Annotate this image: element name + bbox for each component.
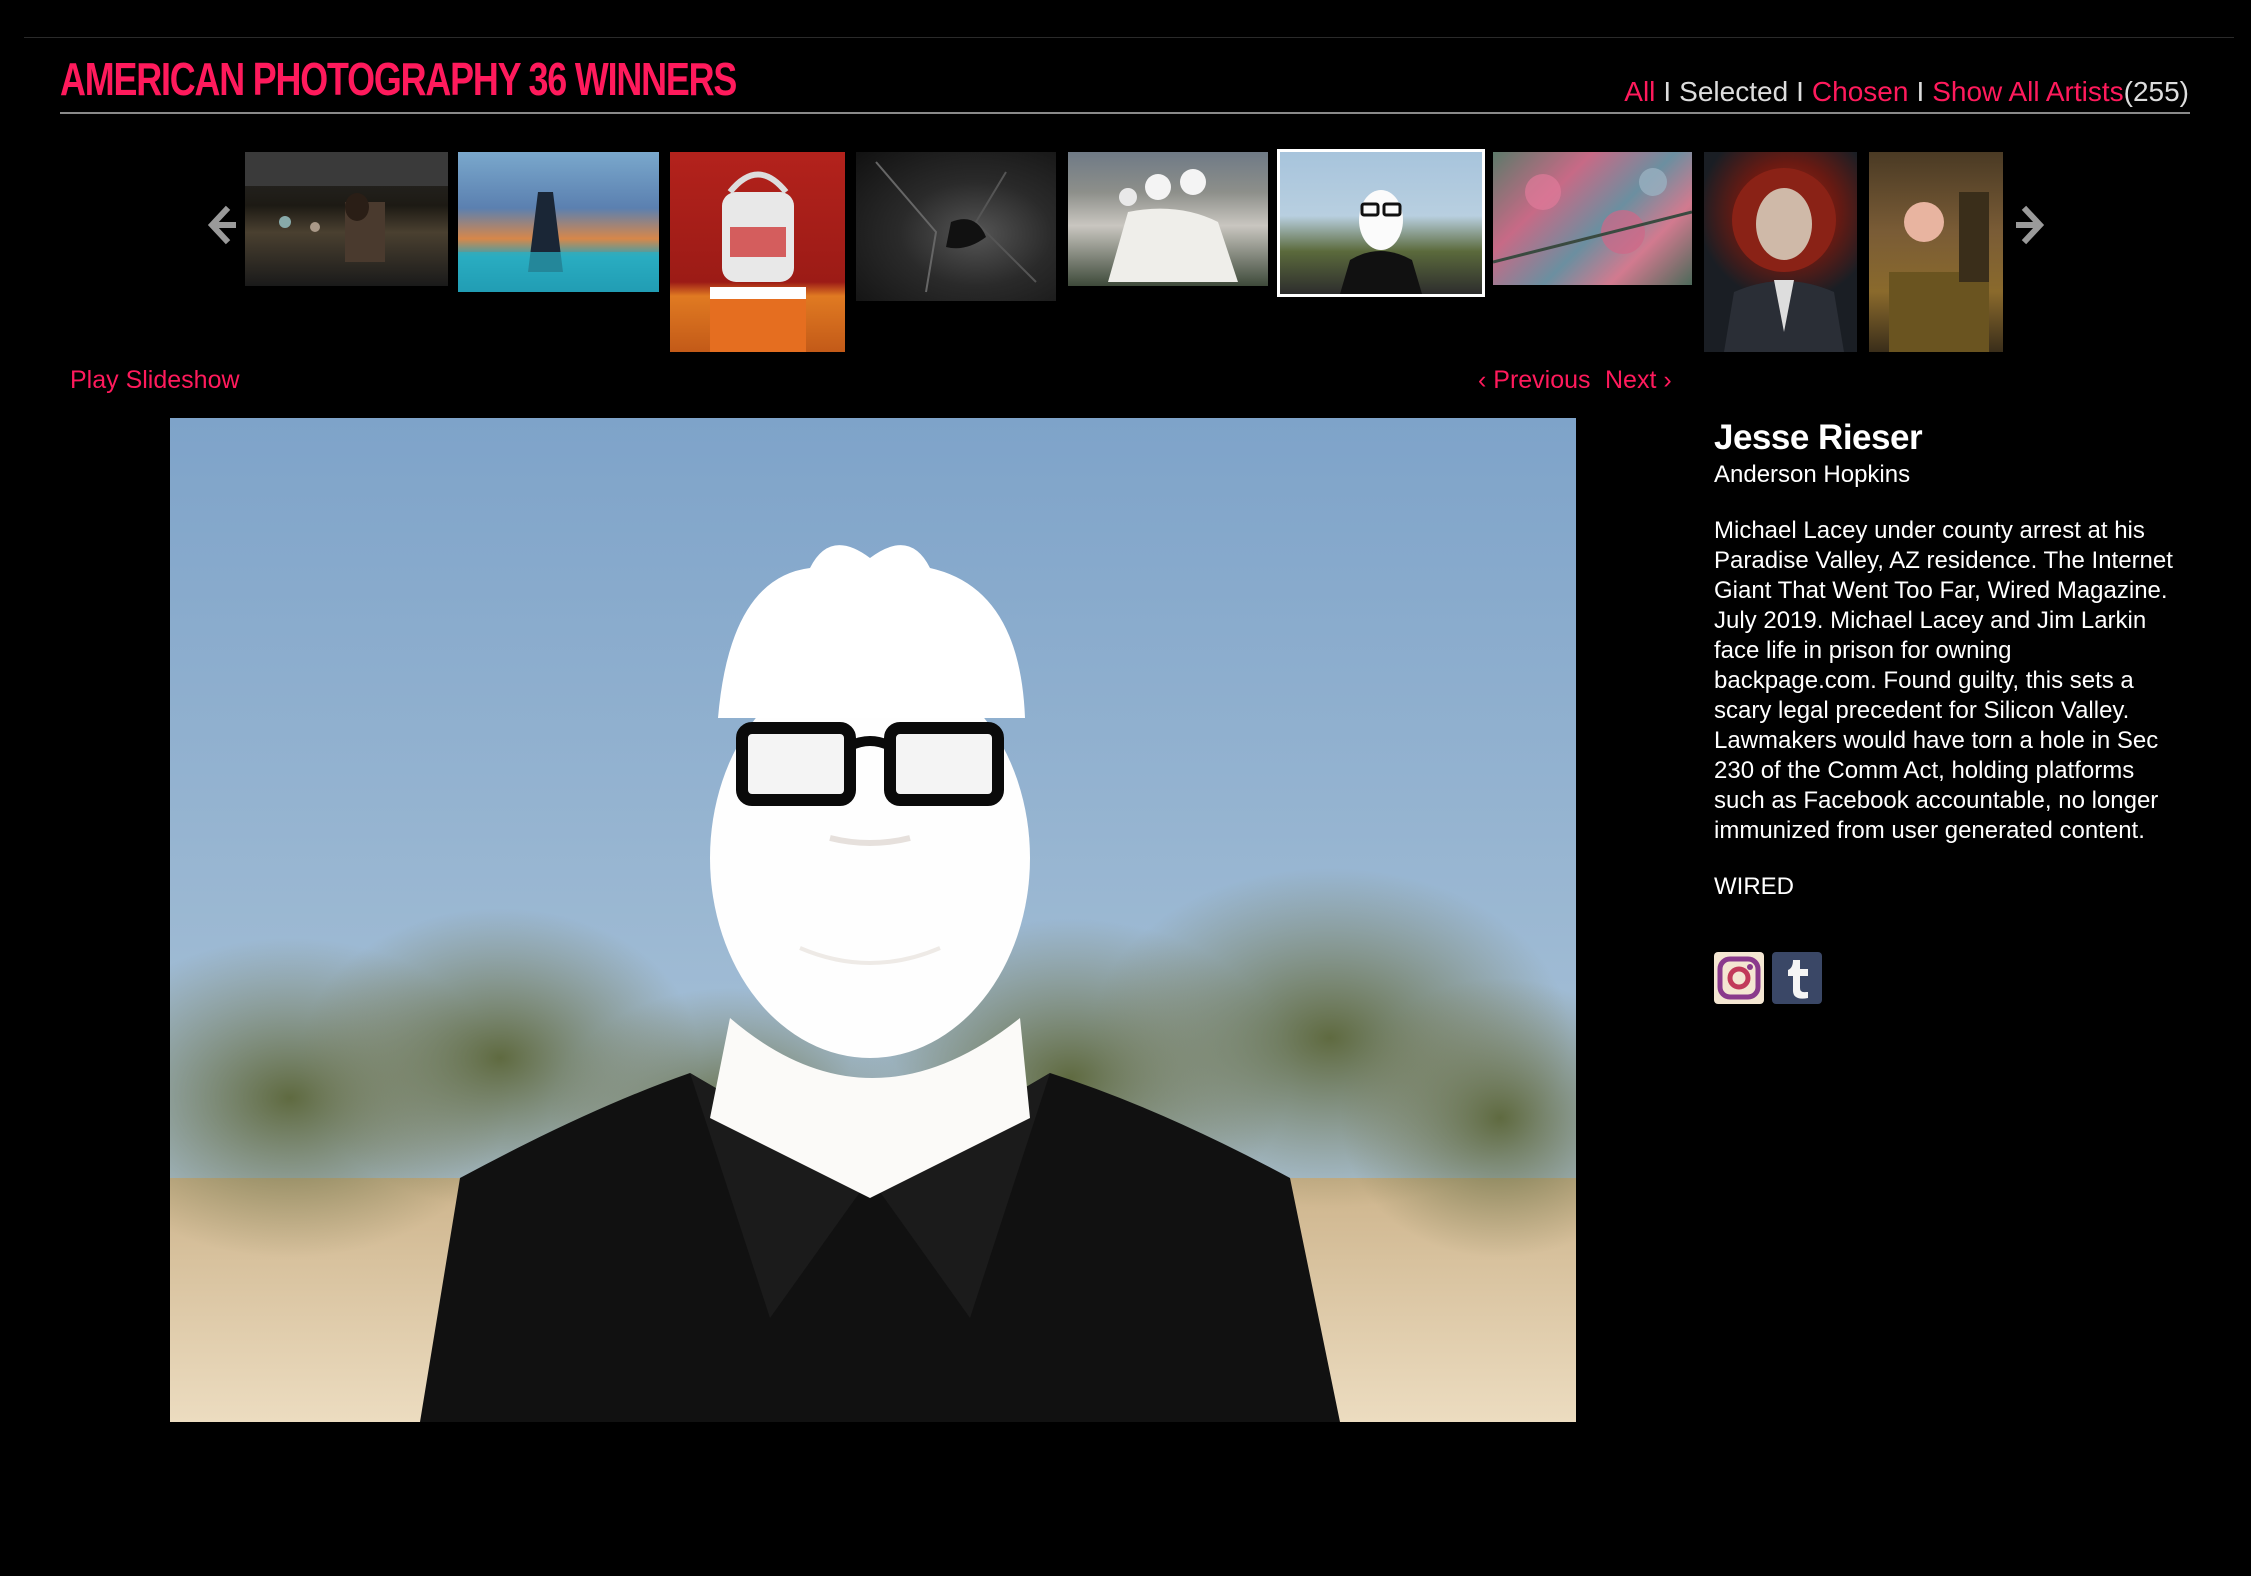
thumbnail-image — [245, 152, 448, 262]
carousel-prev-button[interactable] — [200, 200, 240, 250]
tumblr-link[interactable] — [1772, 952, 1822, 1004]
thumbnail-3[interactable] — [670, 152, 845, 352]
filter-separator: I — [1663, 76, 1672, 107]
next-link[interactable]: Next › — [1605, 366, 1672, 395]
thumbnail-7[interactable] — [1493, 152, 1692, 285]
thumbnail-4[interactable] — [856, 152, 1056, 301]
thumbnail-image — [1724, 168, 1844, 352]
artist-name: Jesse Rieser — [1714, 418, 1923, 457]
entry-client: WIRED — [1714, 873, 1794, 900]
subject-name: Anderson Hopkins — [1714, 461, 1911, 488]
chevron-left-icon — [207, 205, 236, 245]
thumbnail-image — [1108, 169, 1238, 282]
header-divider — [60, 112, 2190, 114]
previous-link[interactable]: ‹ Previous — [1478, 366, 1591, 395]
filter-separator: I — [1916, 76, 1925, 107]
chevron-right-icon — [2016, 205, 2045, 245]
filter-separator: I — [1796, 76, 1804, 107]
thumbnail-image — [1889, 192, 1989, 352]
thumbnail-5[interactable] — [1068, 152, 1268, 286]
filter-all-link[interactable]: All — [1624, 76, 1655, 107]
thumbnail-image — [1493, 168, 1692, 264]
page-title: AMERICAN PHOTOGRAPHY 36 WINNERS — [60, 53, 737, 105]
thumbnail-image — [710, 171, 806, 352]
thumbnail-6-active[interactable] — [1277, 149, 1485, 297]
carousel-next-button[interactable] — [2012, 200, 2052, 250]
entry-info: Jesse Rieser Anderson Hopkins Michael La… — [1714, 418, 2174, 902]
main-photo-image — [170, 418, 1576, 1422]
social-links — [1714, 952, 1822, 1004]
show-all-artists-link[interactable]: Show All Artists — [1932, 76, 2123, 107]
thumbnail-1[interactable] — [245, 152, 448, 286]
filter-selected-link[interactable]: Selected — [1679, 76, 1788, 107]
thumbnail-9[interactable] — [1869, 152, 2003, 352]
instagram-icon — [1714, 952, 1764, 1004]
filter-nav: All I Selected I Chosen I Show All Artists(255… — [1624, 76, 2189, 108]
instagram-link[interactable] — [1714, 952, 1764, 1004]
play-slideshow-link[interactable]: Play Slideshow — [70, 366, 240, 395]
filter-chosen-link[interactable]: Chosen — [1812, 76, 1909, 107]
main-photo — [170, 418, 1576, 1422]
artist-count: (255) — [2123, 76, 2189, 107]
thumbnail-image — [458, 192, 659, 292]
thumbnail-image — [1340, 190, 1422, 294]
thumbnail-image — [875, 161, 1037, 293]
entry-description: Michael Lacey under county arrest at his… — [1714, 517, 2173, 844]
thumbnail-2[interactable] — [458, 152, 659, 292]
thumbnail-8[interactable] — [1704, 152, 1857, 352]
tumblr-icon — [1772, 952, 1822, 1004]
